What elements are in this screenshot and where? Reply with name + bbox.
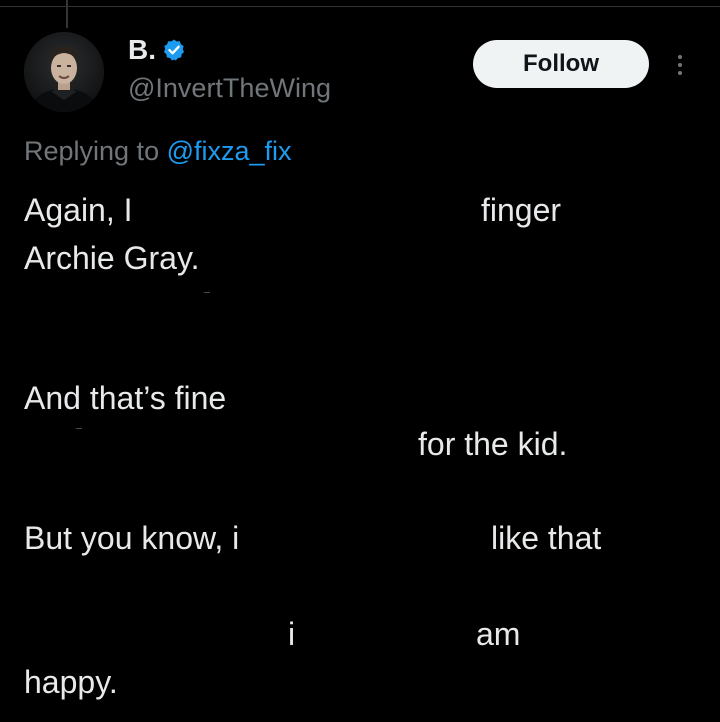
- more-dot: [678, 63, 682, 67]
- redaction-artifact: [76, 428, 82, 429]
- user-handle[interactable]: @InvertTheWing: [128, 72, 331, 104]
- tweet-text-fragment: Archie Gray.: [24, 240, 200, 276]
- avatar[interactable]: [24, 32, 104, 112]
- tweet-text-fragment: But you know, i: [24, 520, 240, 556]
- tweet-text-fragment: Again, I: [24, 192, 133, 228]
- more-dot: [678, 71, 682, 75]
- avatar-photo: [24, 32, 104, 112]
- reply-handle-link[interactable]: @fixza_fix: [167, 136, 292, 166]
- replying-to-line: Replying to @fixza_fix: [24, 134, 292, 168]
- tweet-text-fragment: like that: [491, 520, 602, 556]
- replying-to-label: Replying to: [24, 136, 167, 166]
- tweet-text-fragment: i: [288, 616, 296, 652]
- tweet-text-fragment: And that’s fine: [24, 380, 227, 416]
- tweet-text-fragment: happy.: [24, 664, 118, 700]
- redaction-artifact: [204, 292, 210, 293]
- display-name[interactable]: B.: [128, 34, 156, 66]
- top-divider: [0, 6, 720, 7]
- tweet-text-fragment: am: [476, 616, 521, 652]
- more-options-button[interactable]: [668, 48, 692, 82]
- follow-button[interactable]: Follow: [473, 40, 649, 88]
- verified-badge-icon: [162, 38, 186, 62]
- tweet-text-fragment: finger: [481, 192, 562, 228]
- more-dots-icon: [678, 55, 682, 59]
- author-name-row[interactable]: B.: [128, 34, 186, 66]
- thread-connector-line: [66, 0, 68, 28]
- tweet-text-fragment: for the kid.: [418, 426, 568, 462]
